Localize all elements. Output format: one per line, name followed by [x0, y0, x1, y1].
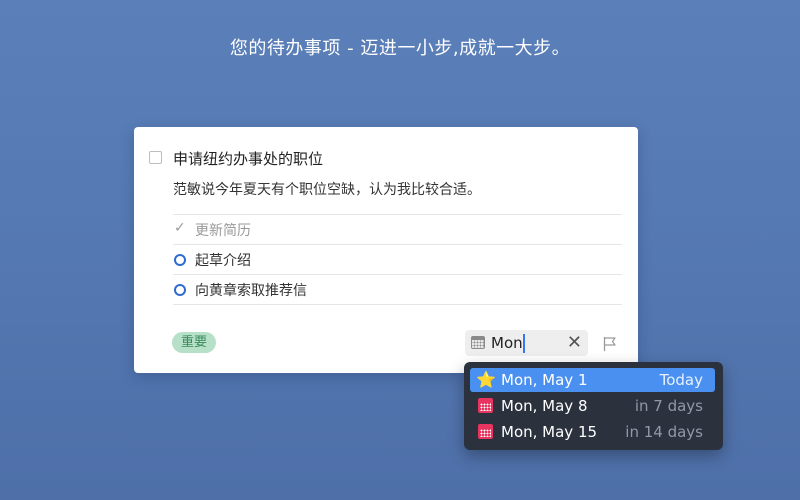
suggestion-relative: in 14 days	[625, 423, 703, 441]
checklist-item-label: 起草介绍	[195, 253, 251, 269]
date-suggestion-item[interactable]: Mon, May 8 in 7 days	[470, 394, 715, 418]
calendar-icon	[478, 398, 493, 413]
suggestion-date: Mon, May 15	[501, 423, 598, 441]
suggestion-date: Mon, May 8	[501, 397, 588, 415]
suggestion-date: Mon, May 1	[501, 371, 588, 389]
deadline-flag-icon[interactable]	[602, 336, 618, 352]
clear-date-button[interactable]: ✕	[567, 332, 582, 354]
todo-checkbox[interactable]	[149, 151, 162, 164]
date-suggestions-dropdown: ⭐ Mon, May 1 Today Mon, May 8 in 7 days …	[464, 362, 723, 450]
checklist: ✓ 更新简历 起草介绍 向黄章索取推荐信	[173, 214, 622, 305]
checklist-item[interactable]: ✓ 更新简历	[173, 214, 622, 244]
suggestion-relative: in 7 days	[634, 397, 703, 415]
checklist-item-label: 向黄章索取推荐信	[195, 283, 307, 299]
star-icon: ⭐	[476, 370, 496, 389]
todo-title[interactable]: 申请纽约办事处的职位	[173, 148, 323, 169]
date-suggestion-today[interactable]: ⭐ Mon, May 1 Today	[470, 368, 715, 392]
todo-notes[interactable]: 范敏说今年夏天有个职位空缺，认为我比较合适。	[173, 179, 481, 199]
when-date-field[interactable]: ✕	[465, 330, 588, 356]
checklist-item[interactable]: 向黄章索取推荐信	[173, 274, 622, 305]
checklist-item-label: 更新简历	[195, 223, 251, 239]
headline: 您的待办事项 - 迈进一小步,成就一大步。	[229, 38, 571, 59]
checklist-item[interactable]: 起草介绍	[173, 244, 622, 274]
checkmark-icon[interactable]: ✓	[174, 220, 186, 236]
checklist-circle-icon[interactable]	[174, 284, 186, 296]
text-caret	[523, 334, 525, 353]
checklist-circle-icon[interactable]	[174, 254, 186, 266]
calendar-icon	[471, 336, 485, 349]
suggestion-relative: Today	[659, 371, 703, 389]
tag-important[interactable]: 重要	[172, 332, 217, 353]
calendar-icon	[478, 424, 493, 439]
todo-card: 申请纽约办事处的职位 范敏说今年夏天有个职位空缺，认为我比较合适。 ✓ 更新简历…	[134, 127, 638, 373]
date-suggestion-item[interactable]: Mon, May 15 in 14 days	[470, 420, 715, 444]
